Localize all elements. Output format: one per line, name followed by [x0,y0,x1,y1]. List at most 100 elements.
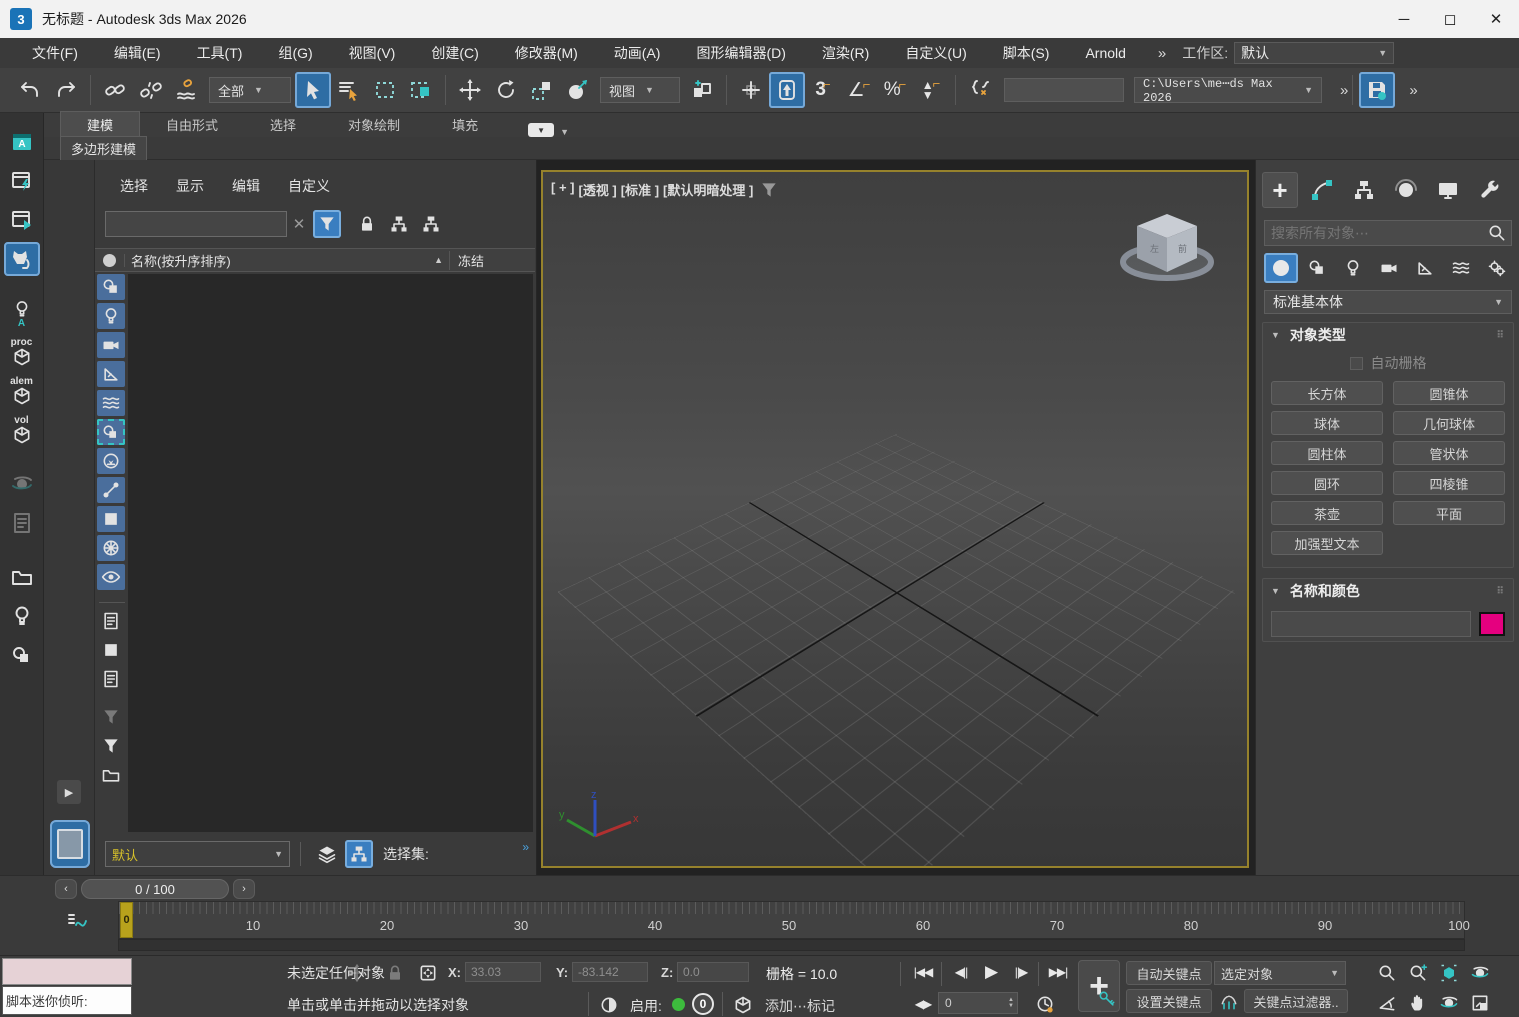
filter-disabled-icon[interactable] [97,704,125,730]
render-window-icon[interactable] [4,638,40,672]
create-textplus-button[interactable]: 加强型文本 [1271,531,1383,555]
frozen-column-header[interactable]: 冻结 [449,251,535,270]
tab-display[interactable] [1430,172,1466,208]
menu-group[interactable]: 组(G) [260,39,330,67]
arnold-render-selected-icon[interactable] [4,506,40,540]
close-button[interactable]: ✕ [1473,0,1519,38]
y-coord-field[interactable]: -83.142 [572,962,648,982]
add-time-tag-label[interactable]: 添加⋯标记 [765,996,835,1016]
new-container-icon[interactable] [97,762,125,788]
ribbon-minimize-icon[interactable]: ▼ [528,123,554,137]
explorer-filter-button[interactable] [313,210,341,238]
select-and-place-button[interactable] [560,72,596,108]
filter-hidden-icon[interactable] [97,564,125,590]
selection-lock-icon[interactable] [382,960,408,986]
isolate-selection-icon[interactable] [596,992,622,1017]
maxscript-mini-listener-input[interactable]: 脚本迷你侦听: [2,986,132,1015]
list-view-icon[interactable] [97,608,125,634]
time-slider[interactable]: 0 [120,902,133,938]
explorer-more-chevron[interactable]: » [522,840,527,854]
reference-coordinate-dropdown[interactable]: 视图 ▼ [600,77,680,103]
create-torus-button[interactable]: 圆环 [1271,471,1383,495]
rectangular-selection-region-button[interactable] [367,72,403,108]
select-and-move-button[interactable] [452,72,488,108]
name-column-header[interactable]: 名称(按升序排序) [131,251,231,270]
filter-lights-icon[interactable] [97,303,125,329]
category-shapes[interactable] [1300,253,1334,283]
filter-helpers-icon[interactable] [97,361,125,387]
menu-rendering[interactable]: 渲染(R) [804,39,887,67]
set-key-button[interactable]: 设置关键点 [1126,989,1212,1013]
menu-scripting[interactable]: 脚本(S) [985,39,1068,67]
next-frame-button[interactable]: › [233,879,255,899]
key-brush-icon[interactable] [1216,989,1242,1015]
named-selection-set-input[interactable] [1004,78,1124,102]
zoom-extents-button[interactable] [1434,958,1464,987]
explorer-menu-select[interactable]: 选择 [120,176,148,196]
key-mode-dropdown[interactable]: 选定对象 ▼ [1214,961,1346,985]
workspace-dropdown[interactable]: 默认 ▼ [1234,42,1394,64]
menu-overflow-chevron[interactable]: » [1158,45,1164,62]
menu-arnold[interactable]: Arnold [1067,41,1143,65]
pan-button[interactable] [1403,988,1433,1017]
perspective-viewport[interactable]: [ + ] [透视 ] [标准 ] [默认明暗处理 ] 左 前 [541,170,1249,868]
viewport-layout-tab[interactable] [50,820,90,868]
go-to-start-button[interactable]: |◀◀ [908,960,938,984]
enabled-status-dot[interactable] [672,998,685,1011]
time-configuration-icon[interactable] [1032,991,1058,1017]
search-icon[interactable] [1487,223,1507,243]
project-folder-dropdown[interactable]: C:\Users\me⋯ds Max 2026 ▼ [1134,77,1322,103]
percent-snap-button[interactable]: %⌐ [877,72,913,108]
menu-edit[interactable]: 编辑(E) [96,39,179,67]
previous-frame-button[interactable]: ‹ [55,879,77,899]
create-box-button[interactable]: 长方体 [1271,381,1383,405]
redo-button[interactable] [48,72,84,108]
snaps-toggle-button[interactable] [769,72,805,108]
light-lister-folder-icon[interactable] [4,560,40,594]
render-setup-button[interactable] [1359,72,1395,108]
ribbon-tab-modeling[interactable]: 建模 [60,111,140,137]
visibility-column-icon[interactable] [95,254,125,267]
category-spacewarps[interactable] [1444,253,1478,283]
unlink-selection-button[interactable] [133,72,169,108]
expand-hierarchy-button[interactable] [385,210,413,238]
arnold-maxtoa-icon[interactable] [4,242,40,276]
menu-modifiers[interactable]: 修改器(M) [497,39,596,67]
menu-animation[interactable]: 动画(A) [596,39,679,67]
viewport-standard-menu[interactable]: [标准 ] [621,180,659,200]
explorer-menu-edit[interactable]: 编辑 [232,176,260,196]
ribbon-tab-selection[interactable]: 选择 [244,112,322,137]
absolute-mode-transform-icon[interactable] [415,960,441,986]
create-plane-button[interactable]: 平面 [1393,501,1505,525]
filter-bones-icon[interactable] [97,477,125,503]
filter-settings-icon[interactable] [97,733,125,759]
bind-to-space-warp-button[interactable] [169,72,205,108]
maxscript-mini-listener-output[interactable] [2,958,132,985]
arnold-alembic-icon[interactable]: alem [4,374,40,408]
tab-create[interactable]: + [1262,172,1298,208]
undo-button[interactable] [12,72,48,108]
object-color-swatch[interactable] [1479,612,1505,636]
toolbar-overflow-chevron-2[interactable]: » [1409,82,1415,99]
ribbon-panel-polygon-modeling[interactable]: 多边形建模 [60,136,147,161]
category-geometry[interactable] [1264,253,1298,283]
object-name-input[interactable] [1271,611,1471,637]
mini-curve-editor-button[interactable] [64,908,92,934]
category-systems[interactable] [1480,253,1514,283]
viewport-general-menu[interactable]: [ + ] [551,180,574,200]
filter-containers-icon[interactable] [97,506,125,532]
script-run-icon[interactable] [4,203,40,237]
menu-customize[interactable]: 自定义(U) [887,39,984,67]
orbit-button[interactable] [1434,988,1464,1017]
maximize-button[interactable]: ◻ [1427,0,1473,38]
select-object-button[interactable] [295,72,331,108]
collapse-hierarchy-button[interactable] [417,210,445,238]
viewport-filter-icon[interactable] [759,180,779,200]
layer-explorer-button[interactable] [313,840,341,868]
tab-modify[interactable] [1304,172,1340,208]
set-keys-button[interactable]: + [1078,960,1120,1012]
flyout-arrow-button[interactable]: ▶ [57,780,81,804]
arnold-export-icon[interactable] [4,467,40,501]
explorer-column-header[interactable]: 名称(按升序排序) ▲ 冻结 [95,248,535,272]
filter-spacewarps-icon[interactable] [97,390,125,416]
